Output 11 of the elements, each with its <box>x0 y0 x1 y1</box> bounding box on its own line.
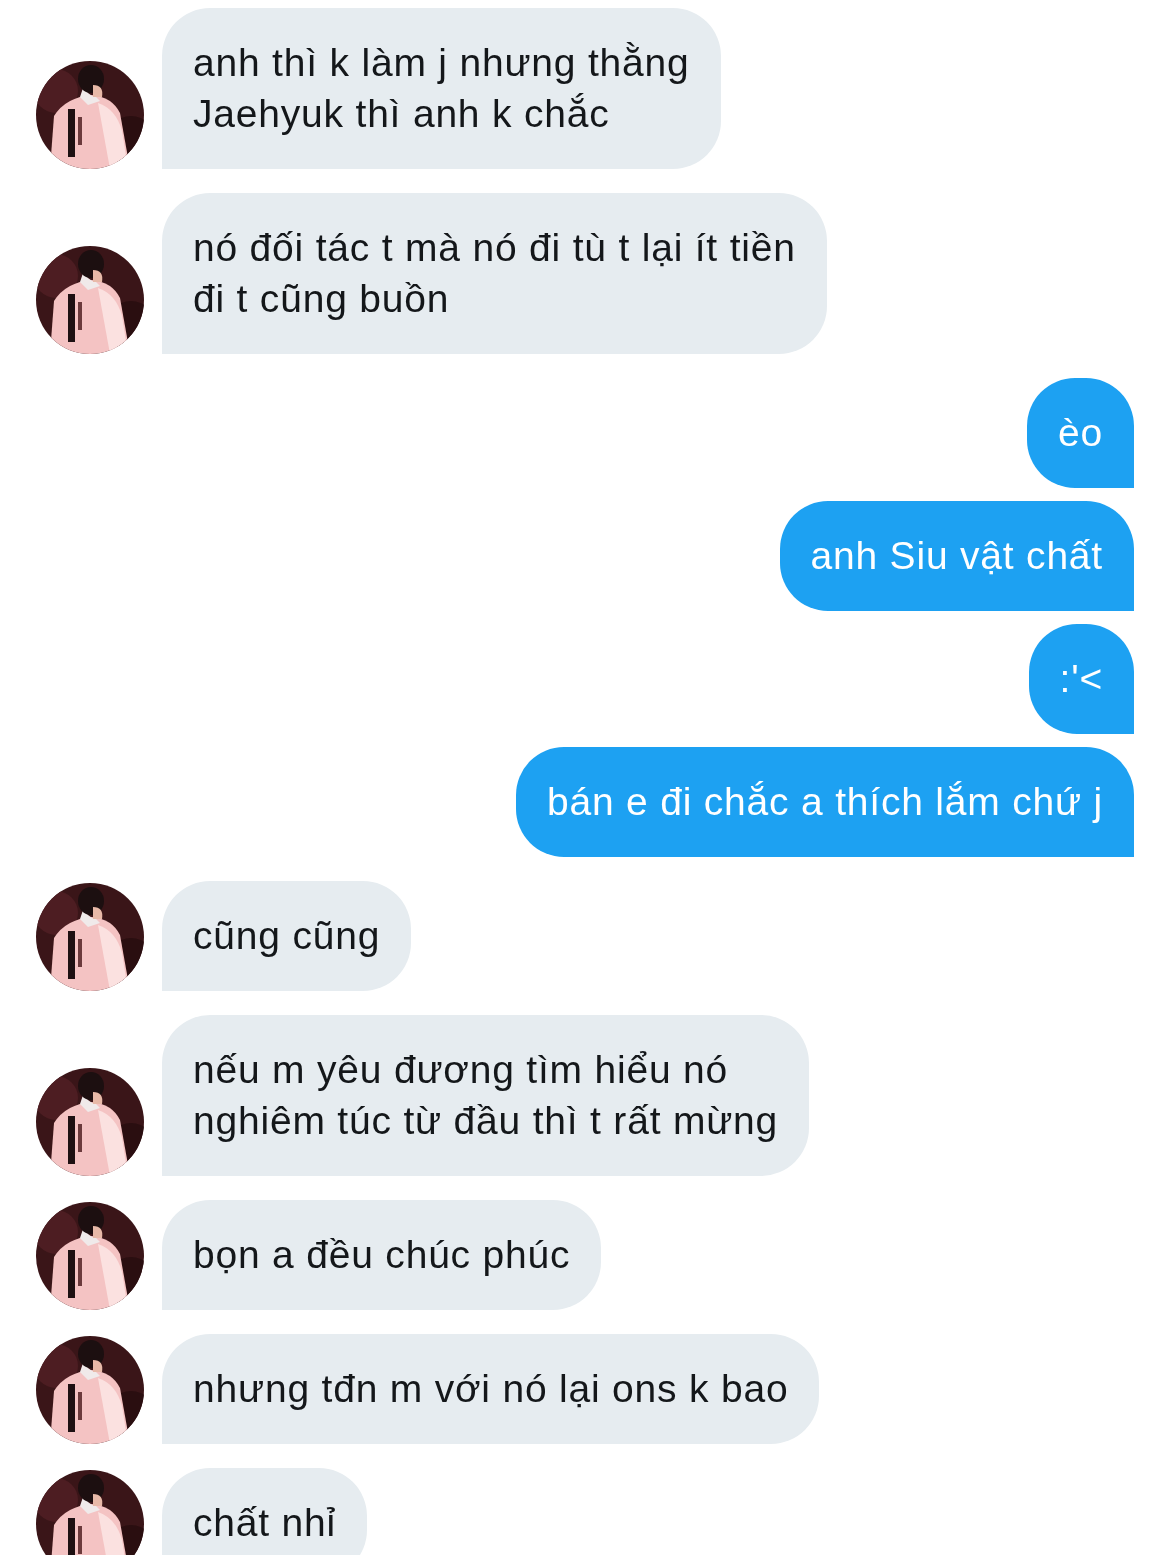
message-bubble: nhưng tđn m với nó lại ons k bao <box>162 1334 820 1444</box>
message-bubble: cũng cũng <box>162 881 412 991</box>
message-bubble: bán e đi chắc a thích lắm chứ j <box>515 747 1134 857</box>
message-bubble: nó đối tác t mà nó đi tù t lại ít tiền đi t cũng buồn <box>162 193 827 354</box>
message-bubble: anh thì k làm j nhưng thằng Jaehyuk thì anh k chắc <box>162 8 721 169</box>
message-bubble: :'< <box>1028 624 1134 734</box>
message-bubble: èo <box>1027 378 1134 488</box>
message-bubble: bọn a đều chúc phúc <box>162 1200 602 1310</box>
message-bubble: nếu m yêu đương tìm hiểu nó nghiêm túc từ đầu thì t rất mừng <box>162 1015 810 1176</box>
message-bubble: anh Siu vật chất <box>779 501 1134 611</box>
message-bubble: chất nhỉ <box>162 1468 367 1555</box>
